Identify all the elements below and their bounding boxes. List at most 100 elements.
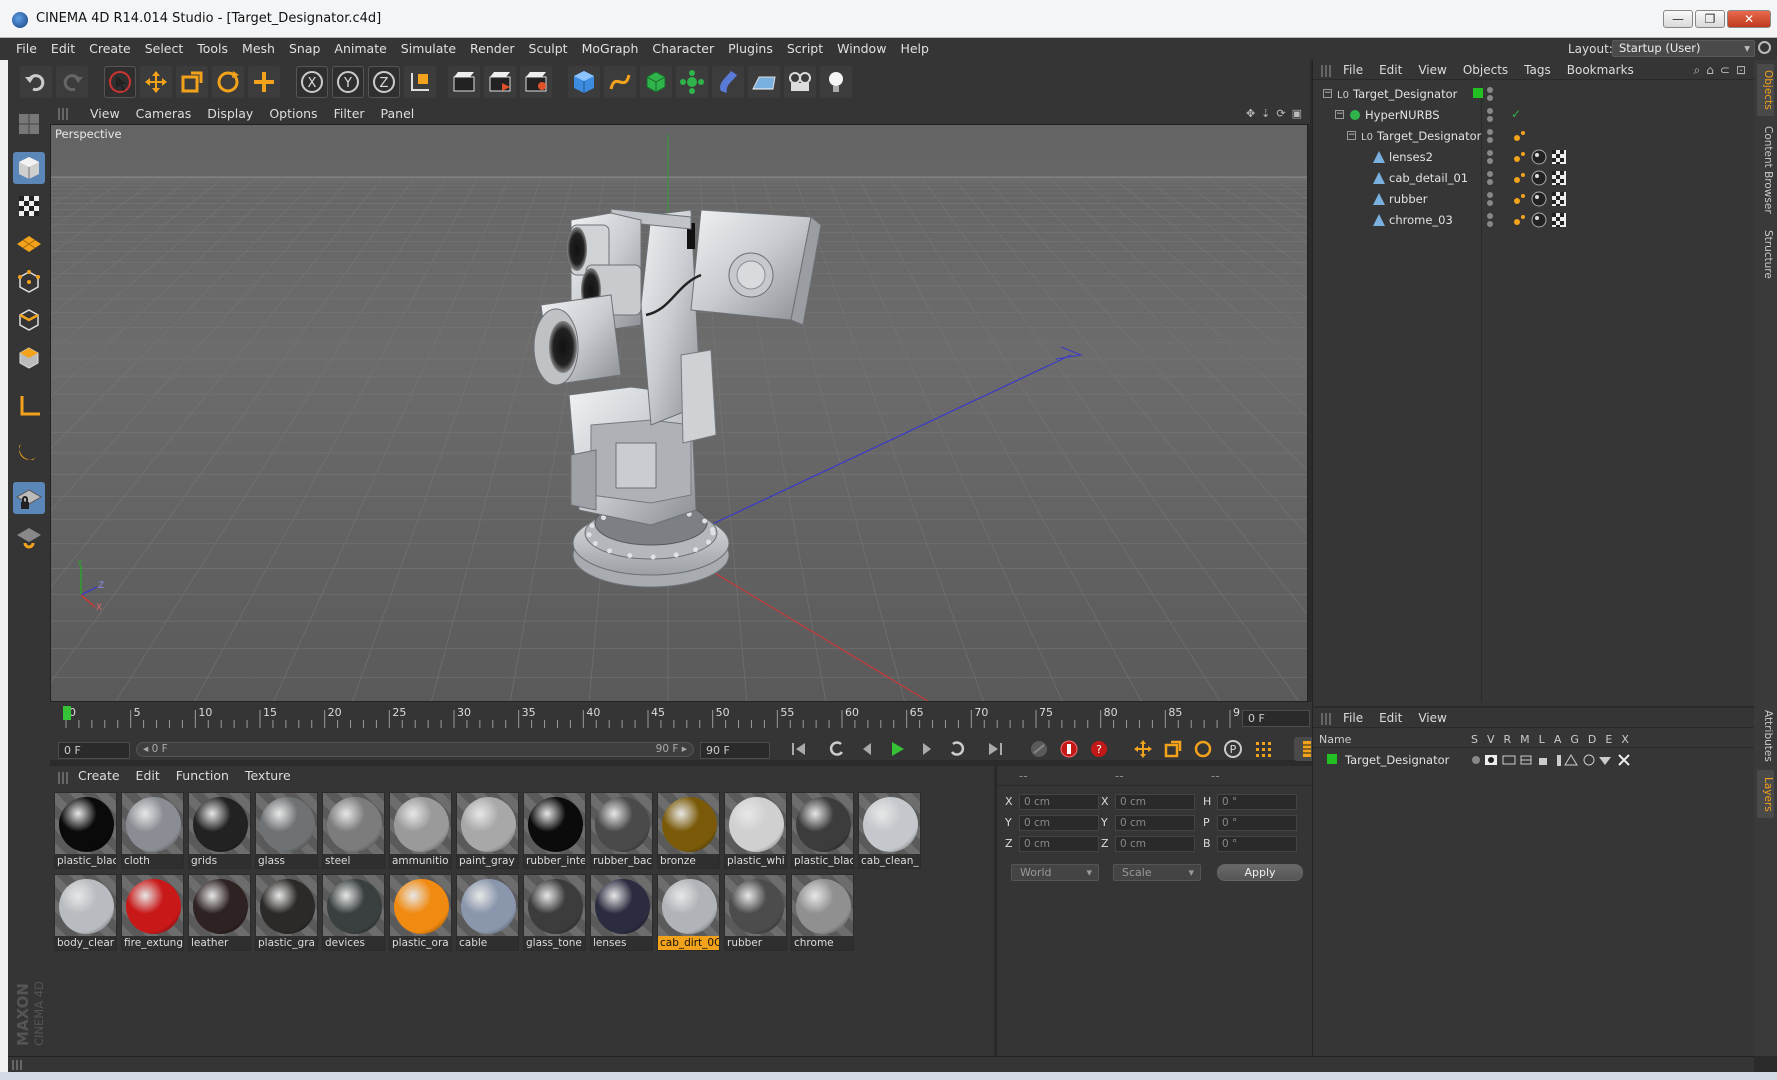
phong-tag-icon[interactable] bbox=[1513, 212, 1529, 228]
material-swatch[interactable]: rubber_inte bbox=[523, 792, 586, 869]
layer-flag-header[interactable]: A bbox=[1554, 733, 1562, 746]
material-swatch[interactable]: cable bbox=[456, 874, 519, 951]
object-row[interactable]: − L0 Target_Designator bbox=[1313, 84, 1755, 105]
layer-color-swatch[interactable] bbox=[1473, 88, 1483, 98]
enabled-check-icon[interactable]: ✓ bbox=[1511, 107, 1521, 121]
object-name[interactable]: lenses2 bbox=[1389, 150, 1433, 164]
previous-key-icon[interactable] bbox=[824, 737, 850, 761]
close-button[interactable]: ✕ bbox=[1727, 10, 1771, 28]
editor-visibility-dot[interactable] bbox=[1487, 171, 1493, 177]
material-swatch[interactable]: devices bbox=[322, 874, 385, 951]
viewport-menu-item[interactable]: Panel bbox=[381, 106, 415, 121]
move-icon[interactable] bbox=[140, 66, 172, 98]
render-visibility-dot[interactable] bbox=[1487, 137, 1493, 143]
tweak-magnet-icon[interactable] bbox=[13, 434, 45, 466]
material-swatch[interactable]: body_clear bbox=[54, 874, 117, 951]
material-swatch[interactable]: plastic_gra bbox=[255, 874, 318, 951]
object-name[interactable]: Target_Designator bbox=[1353, 87, 1457, 101]
layer-flag-header[interactable]: R bbox=[1504, 733, 1512, 746]
visibility-dots[interactable] bbox=[1487, 108, 1497, 124]
material-swatch[interactable]: rubber_bac bbox=[590, 792, 653, 869]
object-menu-item[interactable]: View bbox=[1418, 63, 1446, 77]
material-swatch[interactable]: cab_clean_ bbox=[858, 792, 921, 869]
render-visibility-dot[interactable] bbox=[1487, 116, 1493, 122]
model-mode-icon[interactable] bbox=[13, 152, 45, 184]
menu-item[interactable]: MoGraph bbox=[582, 41, 639, 56]
link-icon[interactable]: ⊂ bbox=[1720, 63, 1730, 78]
maximize-button[interactable]: ❐ bbox=[1695, 10, 1725, 28]
material-swatch[interactable]: plastic_blac bbox=[791, 792, 854, 869]
tab-objects[interactable]: Objects bbox=[1757, 64, 1774, 116]
material-swatch[interactable]: lenses bbox=[590, 874, 653, 951]
render-visibility-dot[interactable] bbox=[1487, 179, 1493, 185]
material-swatch[interactable]: glass bbox=[255, 792, 318, 869]
material-swatch[interactable]: leather bbox=[188, 874, 251, 951]
apply-button[interactable]: Apply bbox=[1217, 864, 1303, 881]
visibility-dots[interactable] bbox=[1487, 150, 1497, 166]
material-swatch[interactable]: cloth bbox=[121, 792, 184, 869]
material-swatch[interactable]: plastic_whi bbox=[724, 792, 787, 869]
phong-tag-icon[interactable] bbox=[1513, 170, 1529, 186]
render-visibility-dot[interactable] bbox=[1487, 158, 1493, 164]
visibility-dots[interactable] bbox=[1487, 171, 1497, 187]
live-selection-icon[interactable] bbox=[104, 66, 136, 98]
menu-item[interactable]: File bbox=[16, 41, 37, 56]
coordinate-value-field[interactable]: 0 ° bbox=[1217, 794, 1297, 810]
light-icon[interactable] bbox=[820, 66, 852, 98]
layer-flag-header[interactable]: G bbox=[1570, 733, 1579, 746]
render-visibility-dot[interactable] bbox=[1487, 221, 1493, 227]
material-swatch[interactable]: plastic_blac bbox=[54, 792, 117, 869]
layer-flag-header[interactable]: S bbox=[1471, 733, 1478, 746]
panel-grip-icon[interactable] bbox=[1321, 713, 1333, 725]
y-axis-icon[interactable]: Y bbox=[332, 66, 364, 98]
render-visibility-dot[interactable] bbox=[1487, 200, 1493, 206]
locked-workplane-icon[interactable] bbox=[13, 520, 45, 552]
layer-menu-item[interactable]: Edit bbox=[1379, 711, 1402, 725]
menu-item[interactable]: Character bbox=[652, 41, 714, 56]
record-parameter-icon[interactable]: P bbox=[1220, 737, 1246, 761]
object-row[interactable]: − HyperNURBS ✓ bbox=[1313, 105, 1755, 126]
record-rotation-icon[interactable] bbox=[1190, 737, 1216, 761]
search-icon[interactable]: ⌕ bbox=[1694, 63, 1701, 78]
material-menu-item[interactable]: Function bbox=[176, 768, 229, 788]
material-swatch[interactable]: paint_gray bbox=[456, 792, 519, 869]
expand-toggle-icon[interactable]: − bbox=[1347, 131, 1356, 140]
phong-tag-icon[interactable] bbox=[1513, 128, 1529, 144]
tab-content-browser[interactable]: Content Browser bbox=[1757, 120, 1774, 220]
object-menu-item[interactable]: File bbox=[1343, 63, 1363, 77]
material-swatch[interactable]: cab_dirt_0C bbox=[657, 874, 720, 951]
menu-item[interactable]: Help bbox=[900, 41, 929, 56]
material-tag-icon[interactable] bbox=[1531, 149, 1547, 165]
layer-flag-header[interactable]: E bbox=[1605, 733, 1612, 746]
points-mode-icon[interactable] bbox=[13, 266, 45, 298]
material-tag-icon[interactable] bbox=[1531, 170, 1547, 186]
polygons-mode-icon[interactable] bbox=[13, 342, 45, 374]
object-menu-item[interactable]: Edit bbox=[1379, 63, 1402, 77]
material-swatch[interactable]: steel bbox=[322, 792, 385, 869]
menu-item[interactable]: Sculpt bbox=[529, 41, 568, 56]
layer-flag-header[interactable]: X bbox=[1621, 733, 1629, 746]
coordinate-value-field[interactable]: 0 cm bbox=[1115, 815, 1195, 831]
menu-item[interactable]: Plugins bbox=[728, 41, 773, 56]
editor-visibility-dot[interactable] bbox=[1487, 192, 1493, 198]
menu-item[interactable]: Select bbox=[145, 41, 184, 56]
start-frame-field[interactable]: 0 F bbox=[58, 742, 130, 759]
coordinate-value-field[interactable]: 0 cm bbox=[1019, 836, 1099, 852]
material-tag-icon[interactable] bbox=[1531, 191, 1547, 207]
home-icon[interactable]: ⌂ bbox=[1706, 63, 1714, 78]
edges-mode-icon[interactable] bbox=[13, 304, 45, 336]
object-menu-item[interactable]: Tags bbox=[1524, 63, 1551, 77]
texture-tag-icon[interactable] bbox=[1551, 170, 1567, 186]
phong-tag-icon[interactable] bbox=[1513, 191, 1529, 207]
menu-item[interactable]: Snap bbox=[289, 41, 320, 56]
editor-visibility-dot[interactable] bbox=[1487, 213, 1493, 219]
subdivision-surface-icon[interactable] bbox=[640, 66, 672, 98]
material-menu-item[interactable]: Edit bbox=[136, 768, 160, 788]
editor-visibility-dot[interactable] bbox=[1487, 87, 1493, 93]
object-name[interactable]: Target_Designator bbox=[1377, 129, 1481, 143]
render-view-icon[interactable] bbox=[448, 66, 480, 98]
layer-flag-header[interactable]: M bbox=[1520, 733, 1530, 746]
texture-tag-icon[interactable] bbox=[1551, 191, 1567, 207]
coordinate-value-field[interactable]: 0 cm bbox=[1115, 794, 1195, 810]
next-key-icon[interactable] bbox=[944, 737, 970, 761]
